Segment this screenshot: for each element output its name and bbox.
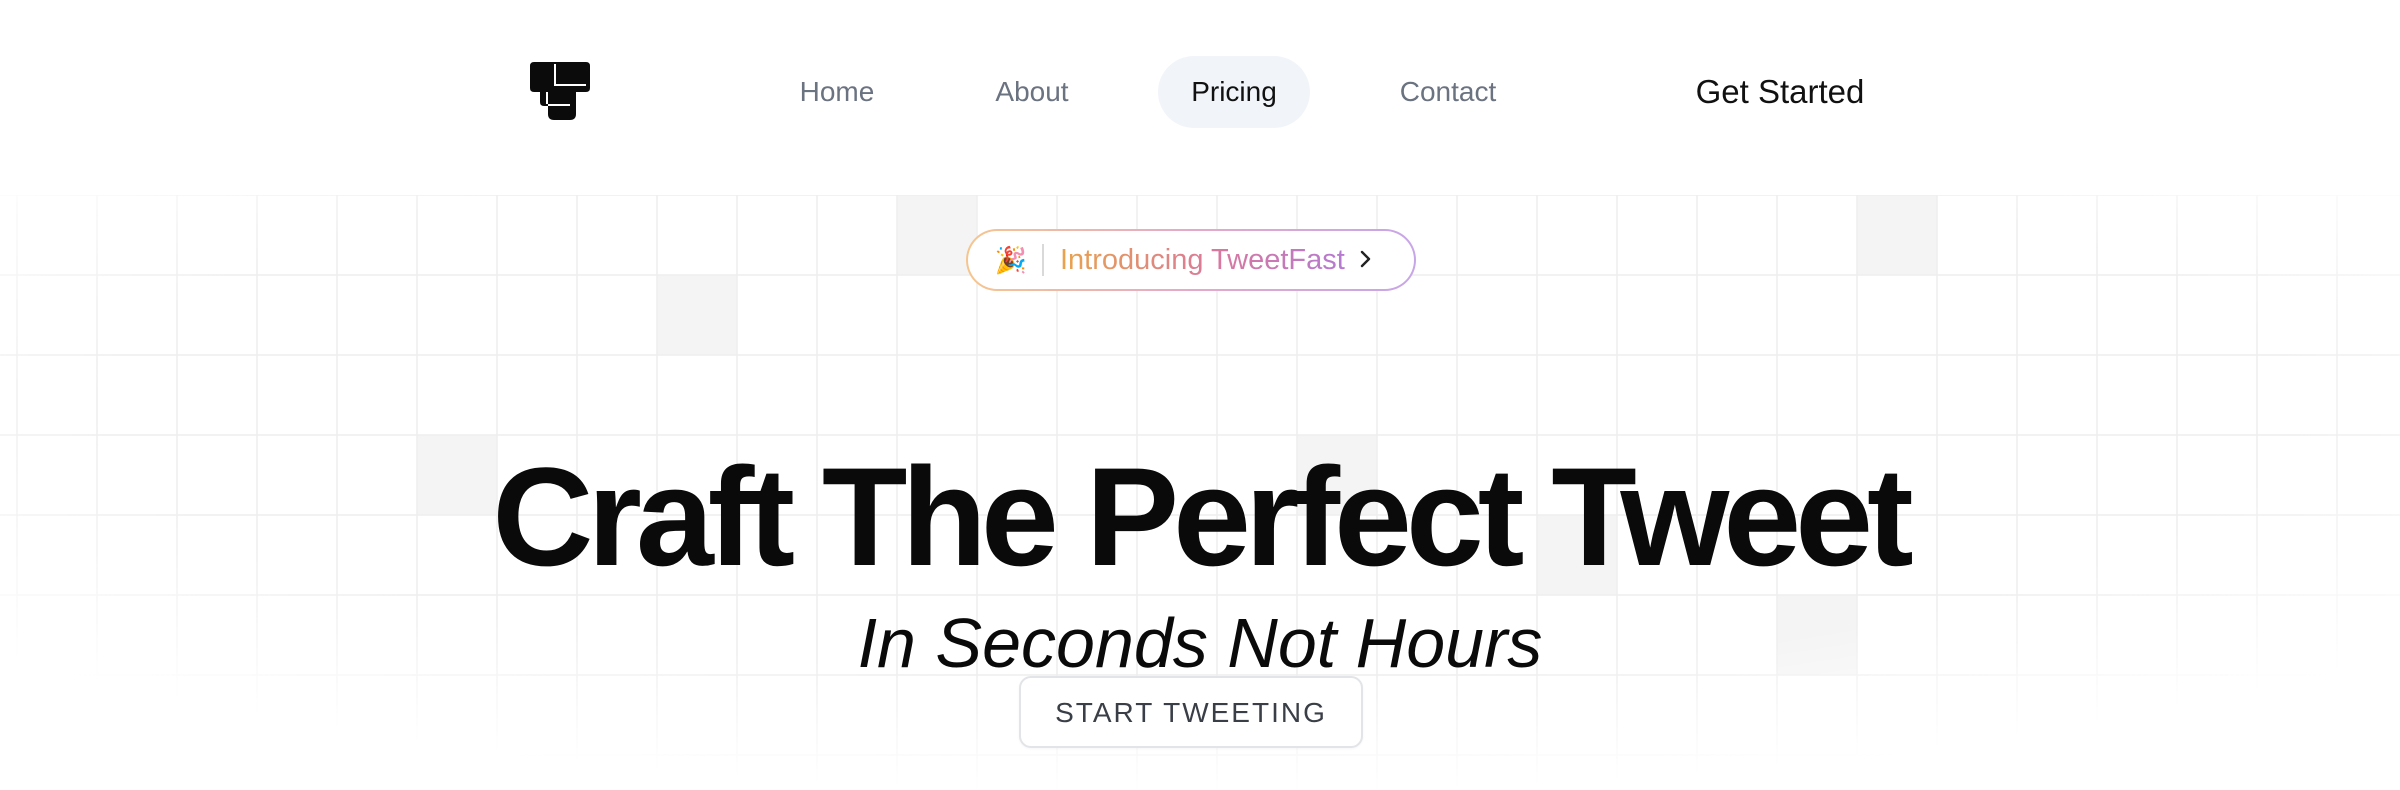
get-started-link[interactable]: Get Started <box>1680 56 1880 128</box>
start-tweeting-button[interactable]: START TWEETING <box>1019 676 1363 748</box>
announcement-text: Introducing TweetFast <box>1060 243 1345 276</box>
badge-divider <box>1042 244 1044 276</box>
announcement-badge[interactable]: 🎉 Introducing TweetFast <box>966 229 1416 291</box>
nav-link-contact[interactable]: Contact <box>1376 56 1520 128</box>
announcement-badge-inner: 🎉 Introducing TweetFast <box>968 231 1414 289</box>
nav-link-home[interactable]: Home <box>772 56 902 128</box>
party-popper-icon: 🎉 <box>994 245 1028 275</box>
hero-headline: Craft The Perfect Tweet <box>492 437 1913 595</box>
nav-link-about[interactable]: About <box>967 56 1097 128</box>
tweetfast-logo-icon[interactable] <box>530 62 590 120</box>
top-navigation: Home About Pricing Contact Get Started <box>0 0 2400 185</box>
chevron-right-icon <box>1359 247 1373 273</box>
hero-subheadline: In Seconds Not Hours <box>857 604 1543 682</box>
nav-link-pricing[interactable]: Pricing <box>1158 56 1310 128</box>
landing-page: Home About Pricing Contact Get Started 🎉… <box>0 0 2400 790</box>
